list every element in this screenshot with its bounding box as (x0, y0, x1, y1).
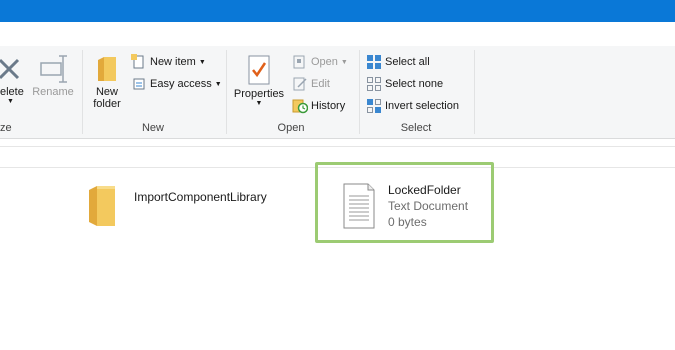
delete-dropdown-icon: ▼ (7, 98, 14, 105)
window-titlebar (0, 0, 675, 22)
file-name: ImportComponentLibrary (134, 190, 267, 204)
folder-icon (89, 186, 115, 226)
edit-icon (293, 77, 307, 91)
select-all-button[interactable]: Select all (366, 54, 430, 70)
new-item-label: New item (150, 56, 196, 68)
history-button[interactable]: History (292, 98, 345, 114)
select-all-icon (367, 55, 381, 69)
history-label: History (311, 100, 346, 112)
new-group-label: New (141, 122, 164, 134)
select-all-label: Select all (385, 56, 430, 68)
organize-group-label: ze (0, 122, 12, 134)
ribbon-separator (474, 50, 475, 134)
delete-label: elete (0, 86, 24, 98)
highlight-box (315, 162, 494, 243)
easy-access-icon (133, 78, 145, 90)
rename-button[interactable]: Rename (31, 54, 75, 114)
ribbon-separator (359, 50, 360, 134)
select-group-label: Select (400, 122, 432, 134)
select-none-button[interactable]: Select none (366, 76, 443, 92)
invert-selection-button[interactable]: Invert selection (366, 98, 459, 114)
open-label: Open (311, 56, 338, 68)
select-none-icon (367, 77, 381, 91)
open-dropdown-icon: ▼ (340, 58, 348, 66)
new-folder-icon (98, 57, 116, 81)
edit-label: Edit (311, 78, 330, 90)
properties-dropdown-icon: ▼ (255, 100, 263, 107)
new-folder-label-line1: New (95, 86, 118, 98)
rename-label: Rename (32, 86, 74, 98)
rename-icon (40, 55, 67, 83)
invert-selection-icon (367, 99, 381, 113)
properties-label: Properties (233, 88, 285, 100)
easy-access-button[interactable]: Easy access ▼ (131, 76, 222, 92)
select-none-label: Select none (385, 78, 444, 90)
open-icon (293, 55, 305, 69)
new-item-icon (131, 54, 144, 69)
invert-selection-label: Invert selection (385, 100, 459, 112)
properties-icon (248, 55, 270, 85)
new-item-button[interactable]: New item ▼ (131, 54, 206, 70)
open-button[interactable]: Open ▼ (292, 54, 348, 70)
new-item-dropdown-icon: ▼ (198, 58, 206, 66)
delete-button[interactable]: elete ▼ (0, 54, 26, 114)
easy-access-label: Easy access (150, 78, 212, 90)
new-folder-label-line2: folder (93, 98, 121, 110)
history-icon (292, 99, 308, 114)
easy-access-dropdown-icon: ▼ (214, 80, 222, 88)
ribbon-separator (226, 50, 227, 134)
ribbon-separator (82, 50, 83, 134)
open-group-label: Open (277, 122, 305, 134)
properties-button[interactable]: Properties ▼ (231, 54, 287, 118)
edit-button[interactable]: Edit (292, 76, 330, 92)
delete-icon (0, 58, 20, 80)
new-folder-button[interactable]: New folder (88, 54, 126, 118)
list-item[interactable]: ImportComponentLibrary (86, 184, 286, 230)
